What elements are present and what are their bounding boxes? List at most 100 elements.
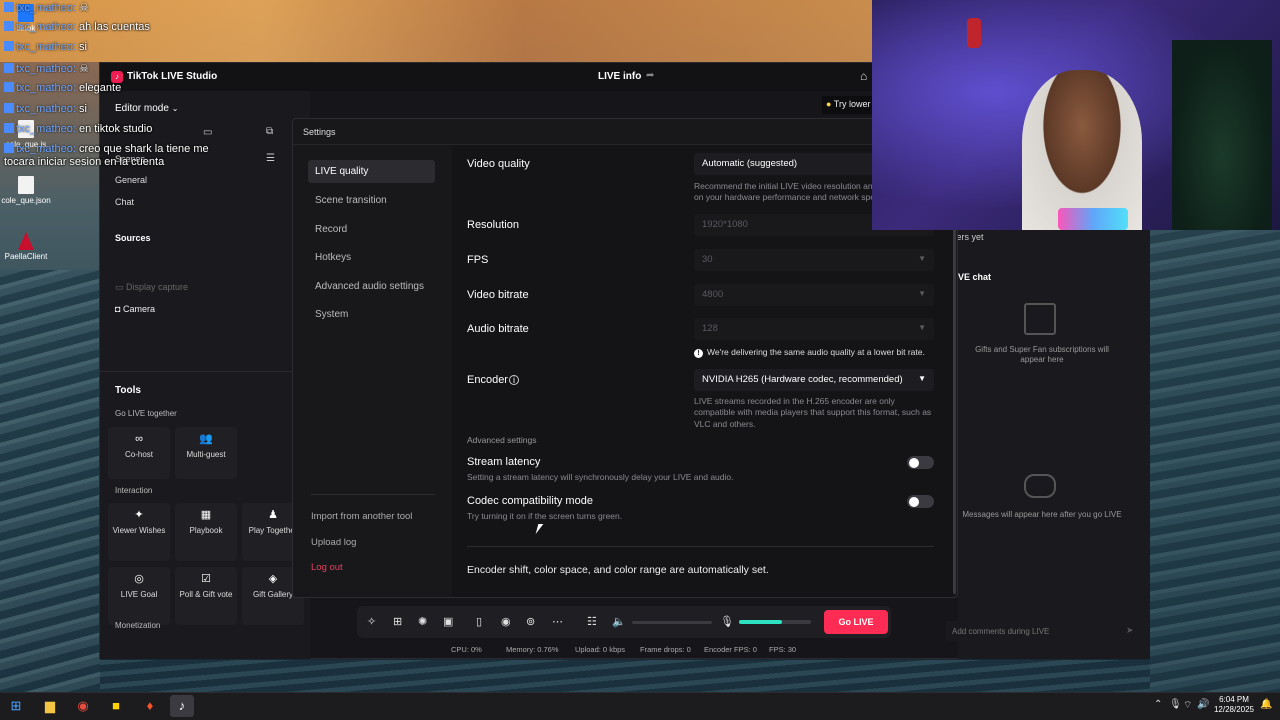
go-live-together-heading: Go LIVE together	[115, 409, 177, 418]
monetization-heading: Monetization	[115, 621, 161, 630]
sliders-icon[interactable]: ☷	[587, 615, 597, 628]
file-explorer-icon[interactable]: ▆	[38, 695, 62, 717]
chrome-icon[interactable]: ◉	[71, 695, 95, 717]
home-icon[interactable]: ⌂	[860, 69, 867, 83]
webcam-christmas-tree	[1172, 40, 1272, 230]
speaker-icon[interactable]: 🔈	[612, 615, 626, 628]
tray-network-icon[interactable]: ⌔	[1183, 699, 1192, 712]
stat-upload: Upload: 0 kbps	[575, 645, 626, 654]
encoder-select[interactable]: NVIDIA H265 (Hardware codec, recommended…	[694, 369, 934, 391]
divider	[311, 494, 435, 495]
live-chat-heading: VE chat	[958, 272, 992, 282]
tab-general[interactable]: General	[115, 175, 147, 185]
tray-microphone-icon[interactable]: 🎙	[1169, 699, 1182, 710]
more-icon[interactable]: ⋯	[552, 615, 563, 628]
capture-icon[interactable]: ⊚	[526, 615, 535, 628]
stream-chat-line: txc_matheo: si	[4, 41, 87, 53]
windows-start-icon[interactable]: ⊞	[4, 695, 28, 717]
tool-viewer-wishes[interactable]: ✦ Viewer Wishes	[108, 503, 170, 561]
codec-compat-label: Codec compatibility mode	[467, 495, 593, 507]
live-comment-input[interactable]	[946, 621, 1116, 641]
advanced-settings-heading: Advanced settings	[467, 435, 537, 445]
webcam-microphone	[1058, 208, 1128, 230]
chevron-down-icon: ▼	[918, 289, 926, 298]
microphone-icon[interactable]: 🎙	[720, 615, 734, 628]
stream-chat-line: txc_matheo: en tiktok studio	[4, 123, 152, 135]
toggle-knob	[909, 457, 919, 468]
portrait-mode-icon[interactable]: ▯	[476, 615, 482, 628]
source-display-capture[interactable]: ▭ Display capture	[115, 282, 188, 293]
left-panel: Editor mode ⌄ ▭ ⧉ ☰ Scenes General Chat …	[100, 91, 310, 659]
settings-nav-live-quality[interactable]: LIVE quality	[308, 160, 435, 183]
audio-bitrate-select[interactable]: 128 ▼	[694, 318, 934, 340]
info-circle-icon[interactable]: i	[508, 375, 519, 385]
desktop-icon-paella-client[interactable]: PaellaClient	[0, 232, 52, 261]
editor-mode-dropdown[interactable]: Editor mode ⌄	[115, 103, 178, 114]
chevron-down-icon: ▼	[918, 254, 926, 263]
fps-select[interactable]: 30 ▼	[694, 249, 934, 271]
chat-bubble-icon	[1024, 474, 1056, 498]
user-badge-icon	[4, 82, 14, 92]
video-bitrate-select[interactable]: 4800 ▼	[694, 284, 934, 306]
tool-playbook[interactable]: ▦ Playbook	[175, 503, 237, 561]
send-icon[interactable]: ➤	[1126, 625, 1134, 636]
live-info-title[interactable]: LIVE info	[598, 71, 641, 82]
mic-level-meter[interactable]	[739, 620, 811, 624]
source-camera[interactable]: ◘ Camera	[115, 304, 155, 314]
stream-chat-line: txc_matheo: ☠	[4, 62, 89, 75]
layout-icon[interactable]: ▭	[203, 127, 212, 138]
poll-icon: ☑	[201, 573, 211, 585]
volume-slider[interactable]	[632, 621, 712, 624]
wishes-icon: ✦	[134, 509, 144, 521]
stat-memory: Memory: 0.76%	[506, 645, 559, 654]
user-badge-icon	[4, 21, 14, 31]
user-badge-icon	[4, 41, 14, 51]
stream-latency-toggle[interactable]	[907, 456, 934, 469]
settings-nav-system[interactable]: System	[308, 303, 435, 326]
tray-chevron-up-icon[interactable]: ⌃	[1154, 699, 1162, 710]
user-badge-icon	[4, 2, 14, 12]
list-icon[interactable]: ☰	[266, 153, 275, 164]
gifts-empty-text: Gifts and Super Fan subscriptions will a…	[975, 345, 1109, 364]
logout-link[interactable]: Log out	[311, 562, 343, 573]
user-badge-icon	[4, 143, 14, 153]
chevron-down-icon: ▼	[918, 374, 926, 383]
sticky-notes-icon[interactable]: ■	[104, 695, 128, 717]
desktop-icon-cole-que-json[interactable]: cole_que.json	[0, 176, 52, 205]
go-live-button[interactable]: Go LIVE	[824, 610, 888, 634]
video-bitrate-label: Video bitrate	[467, 289, 529, 301]
brave-browser-icon[interactable]: ♦	[138, 695, 162, 717]
record-icon[interactable]: ◉	[501, 615, 511, 628]
add-scene-icon[interactable]: ⊞	[393, 615, 402, 628]
goal-icon: ◎	[134, 573, 144, 585]
tool-live-goal[interactable]: ◎ LIVE Goal	[108, 567, 170, 625]
upload-log-link[interactable]: Upload log	[311, 537, 356, 548]
tools-heading: Tools	[115, 385, 141, 396]
users-icon: 👥	[199, 433, 213, 445]
tool-multiguest[interactable]: 👥 Multi-guest	[175, 427, 237, 479]
settings-nav-scene-transition[interactable]: Scene transition	[308, 189, 435, 212]
settings-header: Settings	[293, 119, 957, 145]
codec-compat-toggle[interactable]	[907, 495, 934, 508]
link-icon: ∞	[135, 433, 143, 445]
notification-bell-icon[interactable]: 🔔	[1260, 699, 1272, 710]
screen-icon[interactable]: ▣	[443, 615, 453, 628]
taskbar-clock[interactable]: 6:04 PM 12/28/2025	[1212, 695, 1256, 716]
tiktok-live-studio-taskbar-icon[interactable]: ♪	[170, 695, 194, 717]
settings-nav-advanced-audio[interactable]: Advanced audio settings	[308, 275, 435, 298]
stream-chat-line: txc_matheo: ah las cuentas	[4, 21, 150, 33]
tool-cohost[interactable]: ∞ Co-host	[108, 427, 170, 479]
tool-poll-gift-vote[interactable]: ☑ Poll & Gift vote	[175, 567, 237, 625]
encoder-auto-note: Encoder shift, color space, and color ra…	[467, 564, 769, 576]
user-badge-icon	[4, 123, 14, 133]
effects-icon[interactable]: ✺	[418, 615, 427, 628]
window-icon[interactable]: ⧉	[266, 126, 273, 137]
settings-nav-hotkeys[interactable]: Hotkeys	[308, 246, 435, 269]
tray-volume-icon[interactable]: 🔊	[1197, 699, 1209, 710]
import-link[interactable]: Import from another tool	[311, 511, 412, 522]
tab-chat[interactable]: Chat	[115, 197, 134, 207]
magic-wand-icon[interactable]: ✧	[367, 615, 376, 628]
share-icon[interactable]: ➦	[646, 70, 654, 81]
interaction-heading: Interaction	[115, 486, 153, 495]
settings-nav-record[interactable]: Record	[308, 218, 435, 241]
